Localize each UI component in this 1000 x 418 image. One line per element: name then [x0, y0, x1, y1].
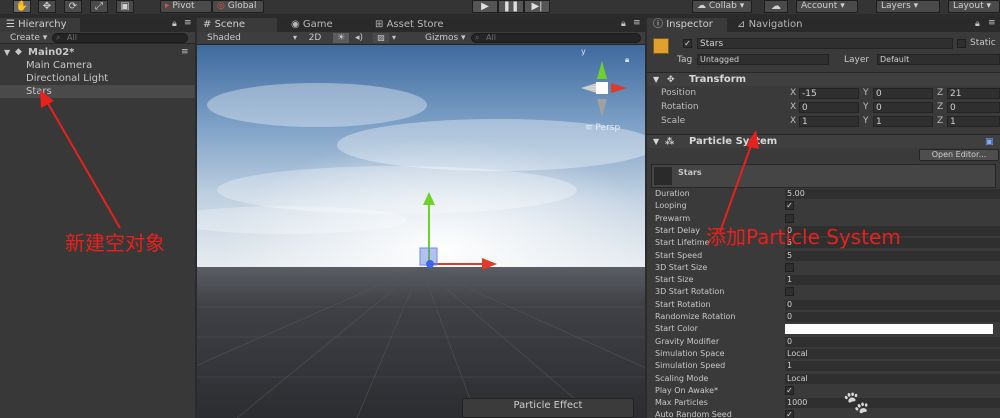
annotation-arrows — [40, 90, 759, 233]
paw-watermark-icon: 🐾︎ — [840, 389, 872, 417]
